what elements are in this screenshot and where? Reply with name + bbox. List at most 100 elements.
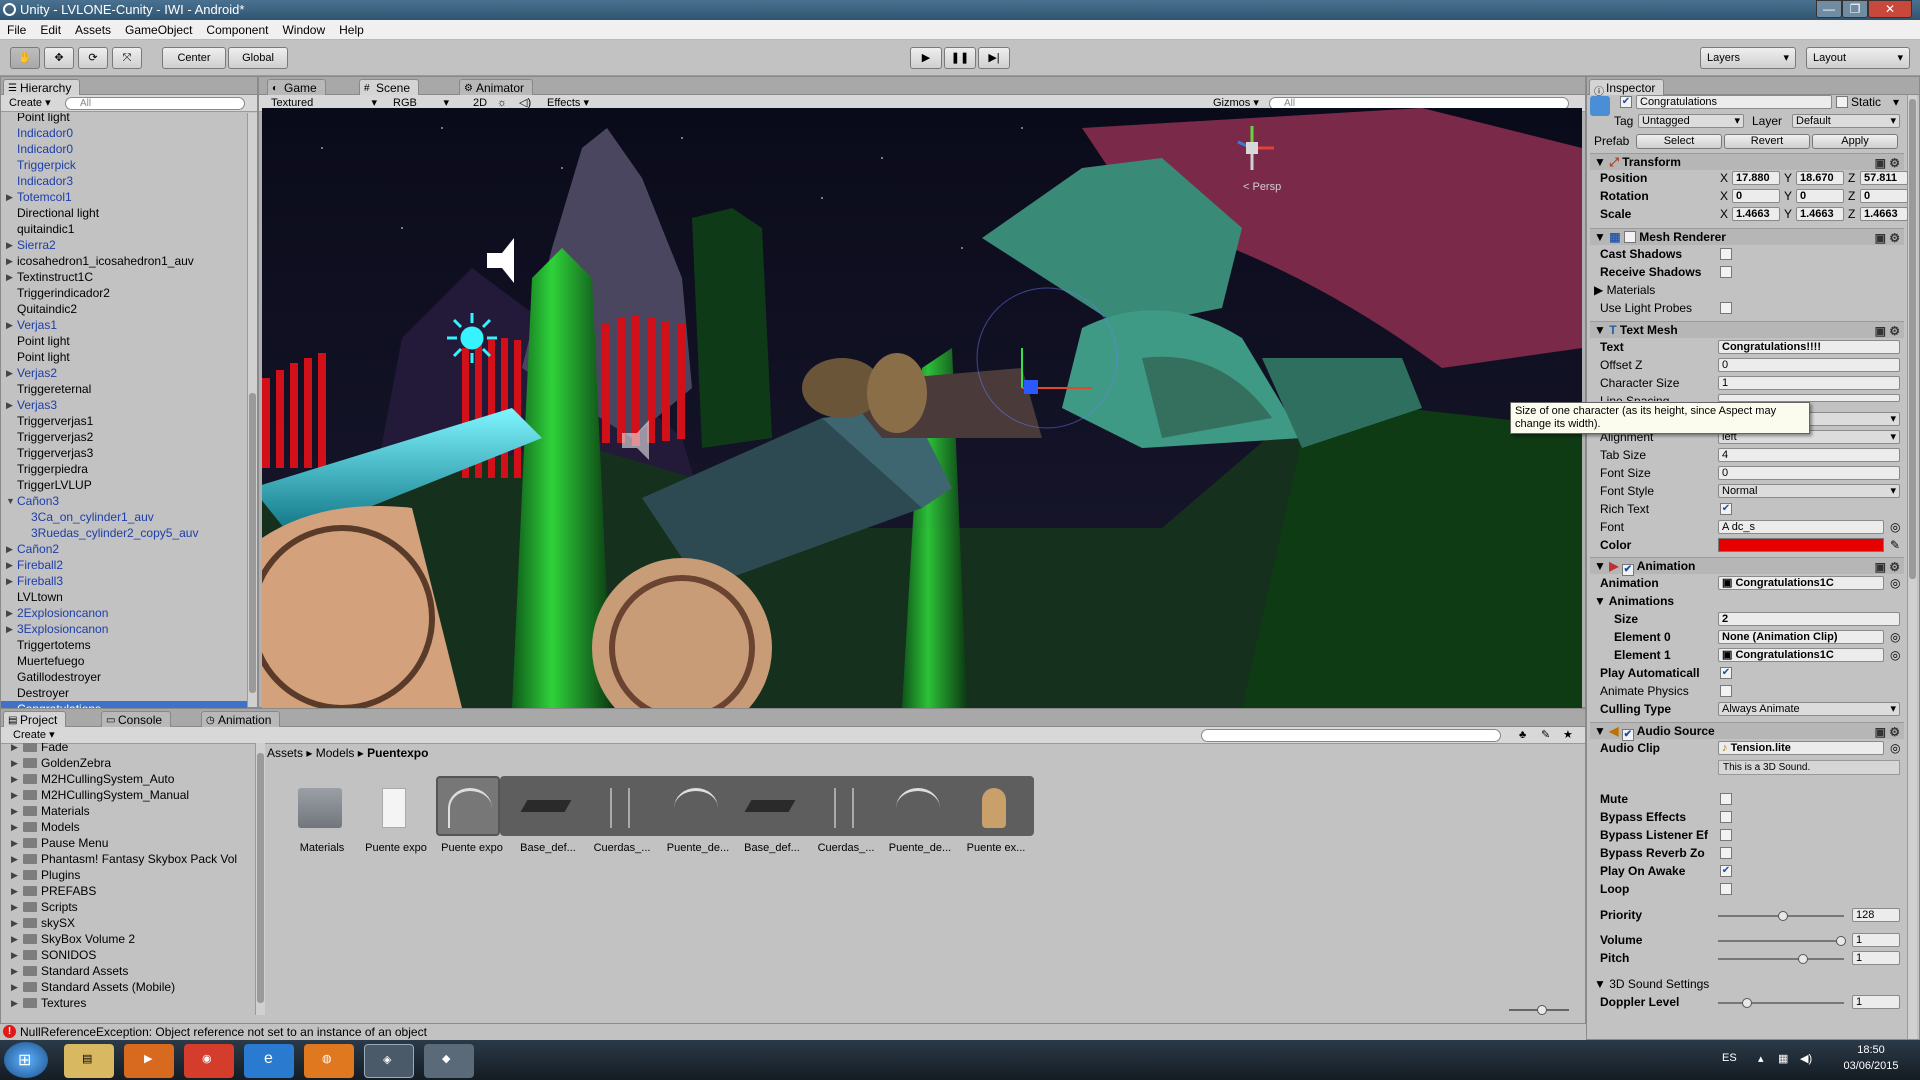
scale-x-field[interactable]: 1.4663 bbox=[1732, 207, 1780, 221]
layer-dropdown[interactable]: Default ▾ bbox=[1792, 114, 1900, 128]
doppler-field[interactable]: 1 bbox=[1852, 995, 1900, 1009]
hierarchy-item[interactable]: Triggerverjas2 bbox=[1, 429, 247, 445]
offset-z-field[interactable]: 0 bbox=[1718, 358, 1900, 372]
foldout-arrow-icon[interactable]: ▶ bbox=[11, 851, 18, 867]
language-indicator[interactable]: ES bbox=[1722, 1052, 1737, 1064]
font-field[interactable]: A dc_s bbox=[1718, 520, 1884, 534]
project-folder[interactable]: ▶ Plugins bbox=[1, 867, 80, 883]
foldout-arrow-icon[interactable]: ▶ bbox=[11, 979, 18, 995]
hierarchy-item[interactable]: Triggerpiedra bbox=[1, 461, 247, 477]
bypass-listener-checkbox[interactable] bbox=[1720, 829, 1732, 841]
hierarchy-item[interactable]: ▶ 2Explosioncanon bbox=[1, 605, 247, 621]
play-on-awake-checkbox[interactable]: ✔ bbox=[1720, 865, 1732, 877]
project-folder[interactable]: ▶ Textures bbox=[1, 995, 86, 1011]
icon-size-slider[interactable] bbox=[1509, 1005, 1569, 1015]
animate-physics-checkbox[interactable] bbox=[1720, 685, 1732, 697]
foldout-arrow-icon[interactable]: ▶ bbox=[11, 883, 18, 899]
prefab-select-button[interactable]: Select bbox=[1636, 134, 1722, 149]
project-folder[interactable]: ▶ PREFABS bbox=[1, 883, 96, 899]
text-field[interactable]: Congratulations!!!! bbox=[1718, 340, 1900, 354]
tab-inspector[interactable]: ⓘ Inspector bbox=[1589, 79, 1665, 98]
tag-dropdown[interactable]: Untagged ▾ bbox=[1638, 114, 1744, 128]
foldout-arrow-icon[interactable]: ▶ bbox=[11, 755, 18, 771]
filter-label-button[interactable]: ✎ bbox=[1537, 728, 1554, 743]
foldout-arrow-icon[interactable]: ▶ bbox=[6, 317, 13, 333]
menu-help[interactable]: Help bbox=[332, 20, 371, 40]
menu-assets[interactable]: Assets bbox=[68, 20, 118, 40]
play-button[interactable]: ▶ bbox=[910, 47, 942, 69]
foldout-arrow-icon[interactable]: ▶ bbox=[11, 835, 18, 851]
taskbar-unity[interactable]: ◈ bbox=[364, 1044, 414, 1078]
light-probes-checkbox[interactable] bbox=[1720, 302, 1732, 314]
hierarchy-item[interactable]: 3Ruedas_cylinder2_copy5_auv bbox=[1, 525, 247, 541]
tab-console[interactable]: ▭ Console bbox=[101, 711, 172, 727]
tab-hierarchy[interactable]: ☰ Hierarchy bbox=[3, 79, 81, 95]
foldout-arrow-icon[interactable]: ▶ bbox=[11, 947, 18, 963]
move-tool-button[interactable]: ✥ bbox=[44, 47, 74, 69]
scene-viewport[interactable]: < Persp bbox=[262, 108, 1582, 708]
foldout-arrow-icon[interactable]: ▶ bbox=[11, 787, 18, 803]
gear-icon[interactable]: ▣ ⚙ bbox=[1875, 155, 1900, 171]
hierarchy-item[interactable]: LVLtown bbox=[1, 589, 247, 605]
element0-picker-icon[interactable]: ◎ bbox=[1890, 629, 1900, 645]
foldout-arrow-icon[interactable]: ▶ bbox=[11, 743, 18, 755]
foldout-arrow-icon[interactable]: ▶ bbox=[11, 771, 18, 787]
hierarchy-item[interactable]: ▶ Fireball2 bbox=[1, 557, 247, 573]
project-folder[interactable]: ▶ SONIDOS bbox=[1, 947, 96, 963]
3d-sound-settings-foldout[interactable]: ▼ 3D Sound Settings bbox=[1594, 976, 1709, 992]
cast-shadows-checkbox[interactable] bbox=[1720, 248, 1732, 260]
project-folder[interactable]: ▶ Phantasm! Fantasy Skybox Pack Vol bbox=[1, 851, 237, 867]
size-field[interactable]: 2 bbox=[1718, 612, 1900, 626]
menu-window[interactable]: Window bbox=[275, 20, 332, 40]
project-folder[interactable]: ▶ GoldenZebra bbox=[1, 755, 111, 771]
breadcrumb-assets[interactable]: Assets bbox=[267, 746, 303, 760]
project-folder[interactable]: ▶ Models bbox=[1, 819, 80, 835]
menu-edit[interactable]: Edit bbox=[33, 20, 68, 40]
doppler-slider[interactable] bbox=[1718, 998, 1844, 1008]
project-folder[interactable]: ▶ SkyBox Volume 2 bbox=[1, 931, 135, 947]
audio-clip-picker-icon[interactable]: ◎ bbox=[1890, 740, 1900, 756]
tray-arrow-icon[interactable]: ▴ bbox=[1758, 1052, 1764, 1065]
hierarchy-item[interactable]: Triggertotems bbox=[1, 637, 247, 653]
hierarchy-scrollbar[interactable] bbox=[247, 113, 257, 707]
element1-field[interactable]: ▣ Congratulations1C bbox=[1718, 648, 1884, 662]
scale-z-field[interactable]: 1.4663 bbox=[1860, 207, 1908, 221]
inspector-scrollbar[interactable] bbox=[1907, 95, 1917, 1039]
mute-checkbox[interactable] bbox=[1720, 793, 1732, 805]
layout-dropdown[interactable]: Layout ▾ bbox=[1806, 47, 1910, 69]
taskbar-media-player[interactable]: ▶ bbox=[124, 1044, 174, 1078]
gear-icon[interactable]: ▣ ⚙ bbox=[1875, 323, 1900, 339]
hierarchy-item[interactable]: ▶ Verjas3 bbox=[1, 397, 247, 413]
mesh-renderer-enabled-checkbox[interactable] bbox=[1623, 231, 1636, 243]
maximize-button[interactable]: ❐ bbox=[1842, 0, 1868, 18]
scale-tool-button[interactable]: ⤧ bbox=[112, 47, 142, 69]
project-folder[interactable]: ▶ Standard Assets (Mobile) bbox=[1, 979, 175, 995]
menu-file[interactable]: File bbox=[0, 20, 33, 40]
persp-label[interactable]: < Persp bbox=[1243, 181, 1281, 193]
tab-game[interactable]: ◐ Game bbox=[267, 79, 326, 95]
tab-animation[interactable]: ◷ Animation bbox=[201, 711, 281, 727]
foldout-arrow-icon[interactable]: ▶ bbox=[11, 915, 18, 931]
hierarchy-item[interactable]: ▶ Textinstruct1C bbox=[1, 269, 247, 285]
hierarchy-item[interactable]: Quitaindic2 bbox=[1, 301, 247, 317]
hierarchy-item[interactable]: Point light bbox=[1, 333, 247, 349]
animations-foldout[interactable]: ▼ Animations bbox=[1594, 593, 1674, 609]
static-dropdown[interactable]: ▾ bbox=[1893, 94, 1899, 110]
taskbar-firefox[interactable]: ◍ bbox=[304, 1044, 354, 1078]
foldout-arrow-icon[interactable]: ▶ bbox=[6, 541, 13, 557]
pitch-field[interactable]: 1 bbox=[1852, 951, 1900, 965]
bypass-reverb-checkbox[interactable] bbox=[1720, 847, 1732, 859]
taskbar-monodevelop[interactable]: ◆ bbox=[424, 1044, 474, 1078]
status-bar[interactable]: ! NullReferenceException: Object referen… bbox=[0, 1024, 1586, 1040]
rich-text-checkbox[interactable]: ✔ bbox=[1720, 503, 1732, 515]
hierarchy-item[interactable]: Indicador0 bbox=[1, 125, 247, 141]
rotation-y-field[interactable]: 0 bbox=[1796, 189, 1844, 203]
gear-icon[interactable]: ▣ ⚙ bbox=[1875, 724, 1900, 740]
rotate-tool-button[interactable]: ⟳ bbox=[78, 47, 108, 69]
pivot-center-button[interactable]: Center bbox=[162, 47, 226, 69]
rotation-x-field[interactable]: 0 bbox=[1732, 189, 1780, 203]
project-search-input[interactable] bbox=[1201, 729, 1501, 742]
foldout-arrow-icon[interactable]: ▶ bbox=[11, 899, 18, 915]
foldout-arrow-icon[interactable]: ▼ bbox=[6, 493, 15, 509]
gear-icon[interactable]: ▣ ⚙ bbox=[1875, 559, 1900, 575]
